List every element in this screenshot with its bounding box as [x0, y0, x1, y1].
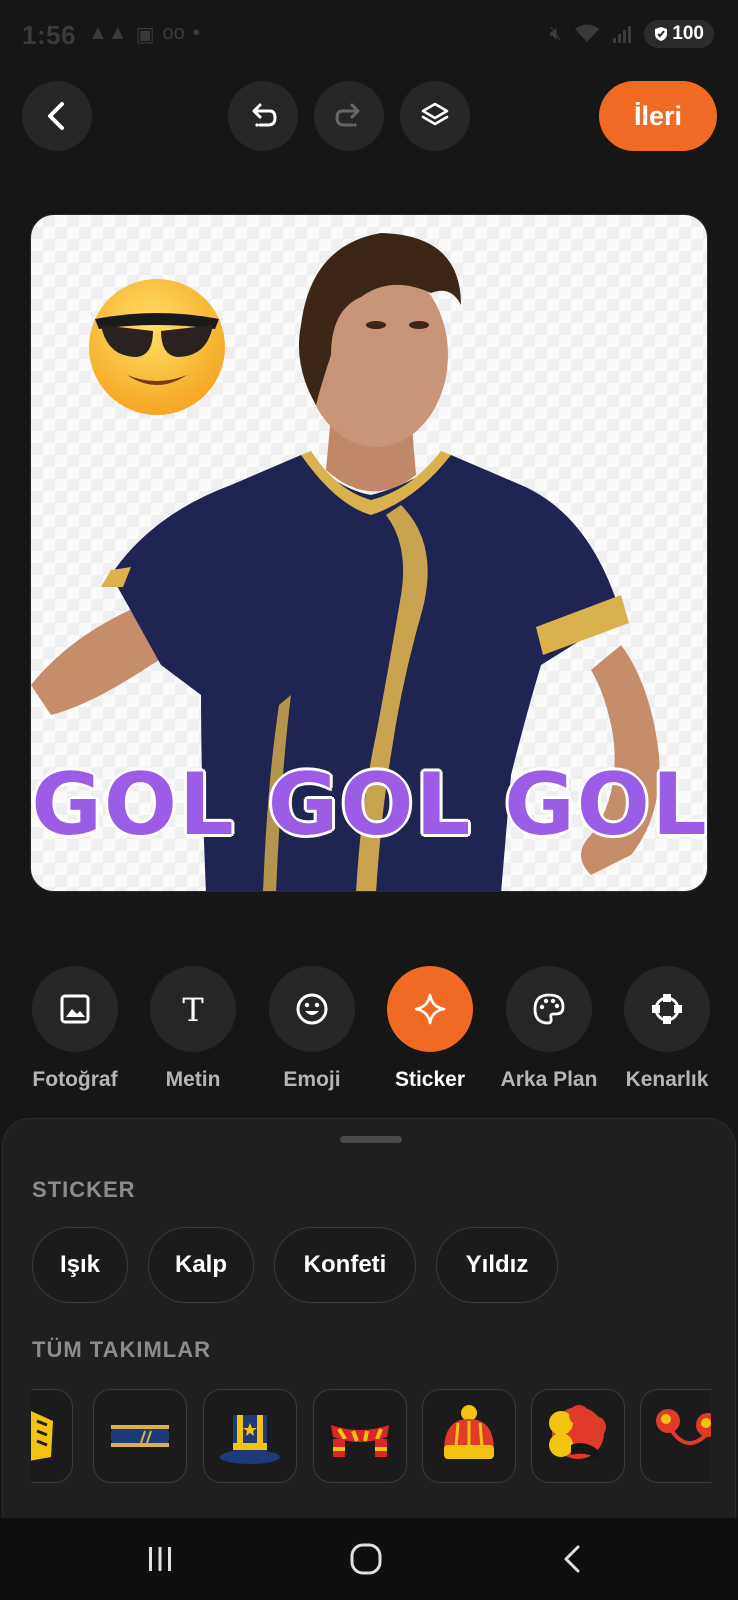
- status-notification-icons: ▲▲ ▣ oo •: [88, 22, 200, 47]
- redo-button[interactable]: [314, 81, 384, 151]
- chip-light[interactable]: Işık: [32, 1227, 128, 1303]
- status-bar: 1:56 ▲▲ ▣ oo • 🔇︎ 100: [0, 0, 738, 70]
- tool-sticker-label: Sticker: [394, 1068, 466, 1091]
- top-hat-sticker[interactable]: [203, 1389, 297, 1483]
- tool-photo-circle[interactable]: [32, 966, 118, 1052]
- tool-border-circle[interactable]: [624, 966, 710, 1052]
- sticker-section-title: STICKER: [32, 1177, 136, 1202]
- system-back-button[interactable]: [532, 1534, 612, 1584]
- all-teams-section-title: TÜM TAKIMLAR: [32, 1337, 211, 1362]
- recent-apps-icon: [149, 1547, 171, 1571]
- battery-indicator: 100: [644, 20, 714, 48]
- layers-icon: [421, 102, 449, 126]
- next-button[interactable]: İleri: [599, 81, 717, 151]
- chevron-left-icon: [48, 102, 64, 130]
- tool-border[interactable]: Kenarlık: [602, 966, 732, 1092]
- dot-icon: •: [192, 22, 200, 44]
- afro-wig-sticker[interactable]: [531, 1389, 625, 1483]
- tool-sticker-circle[interactable]: [387, 966, 473, 1052]
- voicemail-icon: oo: [162, 22, 185, 44]
- top-hat-sticker-image: [220, 1415, 280, 1464]
- afro-wig-sticker-image: [549, 1405, 606, 1459]
- undo-button[interactable]: [228, 81, 298, 151]
- beanie-sticker-image: [444, 1405, 494, 1459]
- sticker-sheet: STICKER Işık Kalp Konfeti Yıldız TÜM TAK…: [2, 1118, 736, 1518]
- back-arrow-icon: [564, 1545, 580, 1573]
- border-icon: [652, 994, 682, 1024]
- tool-border-label: Kenarlık: [625, 1068, 709, 1091]
- tool-sticker[interactable]: Sticker: [365, 966, 495, 1092]
- pompom-headband-sticker-image: [656, 1409, 711, 1445]
- pompom-headband-sticker[interactable]: [640, 1389, 711, 1483]
- beanie-sticker[interactable]: [422, 1389, 516, 1483]
- image-icon: [60, 994, 90, 1024]
- glove-sticker-image: [31, 1411, 53, 1461]
- undo-icon: [252, 103, 277, 127]
- tool-background-label: Arka Plan: [500, 1068, 598, 1091]
- chip-heart[interactable]: Kalp: [148, 1227, 254, 1303]
- chip-confetti[interactable]: Konfeti: [274, 1227, 416, 1303]
- team-sticker-row[interactable]: [31, 1389, 711, 1485]
- scarf-sticker-image: [331, 1425, 389, 1457]
- glove-sticker[interactable]: [31, 1389, 73, 1483]
- recent-apps-button[interactable]: [120, 1534, 200, 1584]
- notification-icon: ▲▲: [88, 22, 128, 44]
- home-button[interactable]: [326, 1534, 406, 1584]
- tool-text-circle[interactable]: T: [150, 966, 236, 1052]
- home-icon: [350, 1543, 382, 1575]
- mute-icon: 🔇︎: [549, 22, 563, 45]
- layers-button[interactable]: [400, 81, 470, 151]
- tool-background-circle[interactable]: [506, 966, 592, 1052]
- emoji-icon: [296, 993, 328, 1025]
- palette-icon: [533, 993, 565, 1025]
- tool-emoji-label: Emoji: [283, 1068, 341, 1091]
- tool-background[interactable]: Arka Plan: [484, 966, 614, 1092]
- back-button[interactable]: [22, 81, 92, 151]
- headband-sticker-image: [111, 1425, 169, 1447]
- scarf-sticker[interactable]: [313, 1389, 407, 1483]
- status-system-icons: 🔇︎ 100: [550, 20, 714, 48]
- tool-emoji[interactable]: Emoji: [247, 966, 377, 1092]
- battery-level: 100: [672, 23, 704, 44]
- signal-icon: [613, 26, 632, 43]
- sunglasses-emoji-sticker[interactable]: [87, 277, 227, 417]
- redo-icon: [335, 103, 360, 127]
- tool-text-label: Metin: [165, 1068, 221, 1091]
- shield-icon: [655, 27, 668, 41]
- wifi-icon: [575, 24, 600, 42]
- tool-photo[interactable]: Fotoğraf: [10, 966, 140, 1092]
- tool-text[interactable]: T Metin: [128, 966, 258, 1092]
- gol-text-sticker[interactable]: GOL GOL GOL: [31, 753, 707, 857]
- editor-canvas[interactable]: GOL GOL GOL: [30, 214, 708, 892]
- status-time: 1:56: [22, 20, 77, 50]
- chip-star[interactable]: Yıldız: [436, 1227, 558, 1303]
- system-nav-bar: [0, 1518, 738, 1600]
- text-icon: T: [182, 993, 204, 1025]
- tool-emoji-circle[interactable]: [269, 966, 355, 1052]
- sparkle-icon: [414, 993, 446, 1025]
- svg-text:T: T: [182, 993, 204, 1025]
- headband-sticker[interactable]: [93, 1389, 187, 1483]
- screenshot-icon: ▣: [135, 24, 155, 46]
- sheet-drag-handle[interactable]: [340, 1136, 402, 1143]
- tool-photo-label: Fotoğraf: [32, 1068, 118, 1091]
